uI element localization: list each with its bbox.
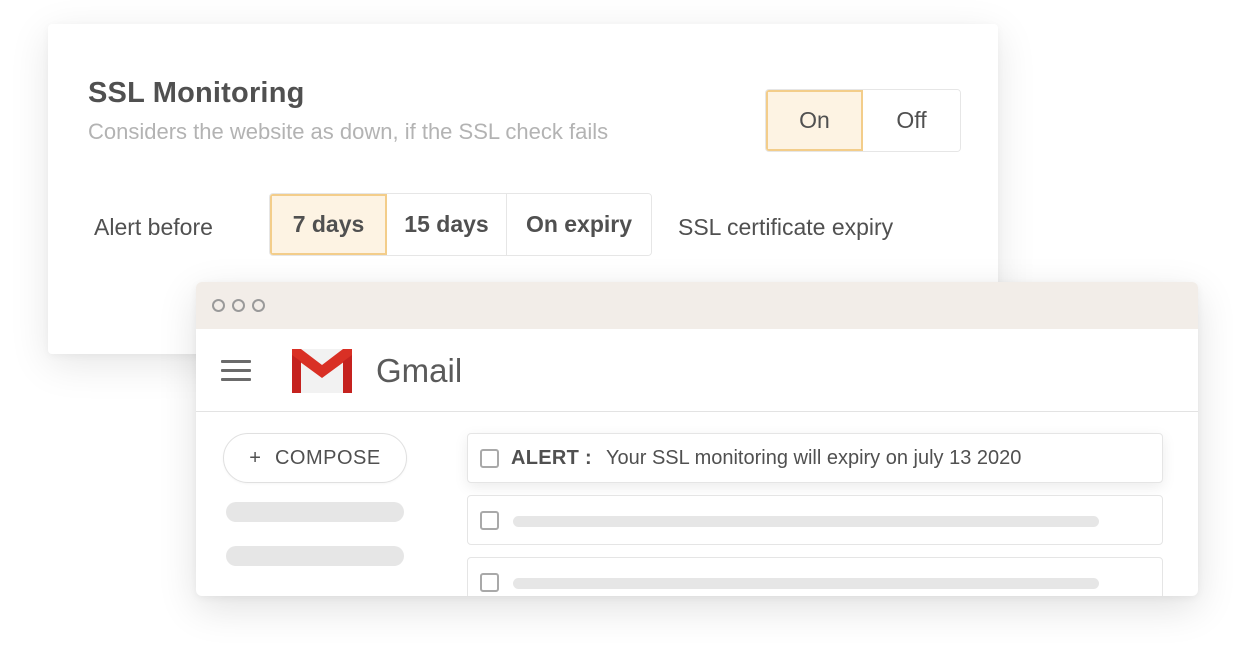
ssl-expiry-label: SSL certificate expiry [678, 214, 894, 240]
sidebar-placeholder [226, 546, 404, 566]
ssl-description: Considers the website as down, if the SS… [88, 119, 609, 144]
window-titlebar [196, 282, 1198, 329]
alert-before-options: 7 days 15 days On expiry [269, 193, 652, 256]
alert-message: Your SSL monitoring will expiry on july … [605, 447, 1022, 469]
email-row-placeholder[interactable] [467, 495, 1163, 545]
compose-button[interactable]: + COMPOSE [223, 433, 407, 483]
option-7-days-button[interactable]: 7 days [270, 194, 387, 255]
email-text-placeholder [513, 578, 1099, 589]
toggle-off-button[interactable]: Off [863, 90, 960, 151]
option-15-days-button[interactable]: 15 days [387, 194, 506, 255]
ssl-toggle: On Off [765, 89, 961, 152]
compose-label: COMPOSE [274, 446, 381, 469]
window-dot-icon [232, 299, 245, 312]
option-on-expiry-button[interactable]: On expiry [506, 194, 651, 255]
window-dot-icon [252, 299, 265, 312]
email-checkbox[interactable] [480, 573, 499, 592]
hamburger-menu-icon[interactable] [221, 360, 251, 382]
gmail-header: Gmail [196, 329, 1198, 412]
plus-icon: + [249, 446, 261, 469]
email-checkbox[interactable] [480, 449, 499, 468]
gmail-logo-icon [292, 349, 352, 393]
window-dot-icon [212, 299, 225, 312]
gmail-app-name: Gmail [376, 352, 463, 389]
alert-before-label: Alert before [94, 214, 213, 240]
sidebar-placeholder [226, 502, 404, 522]
alert-tag: ALERT : [511, 447, 592, 469]
alert-email-row[interactable]: ALERT : Your SSL monitoring will expiry o… [467, 433, 1163, 483]
email-text-placeholder [513, 516, 1099, 527]
toggle-on-button[interactable]: On [766, 90, 863, 151]
gmail-window: Gmail + COMPOSE ALERT : Your SSL monitori… [196, 282, 1198, 596]
email-checkbox[interactable] [480, 511, 499, 530]
email-row-placeholder[interactable] [467, 557, 1163, 596]
ssl-title: SSL Monitoring [88, 77, 305, 109]
alert-email-text: ALERT : Your SSL monitoring will expiry o… [511, 447, 1021, 470]
